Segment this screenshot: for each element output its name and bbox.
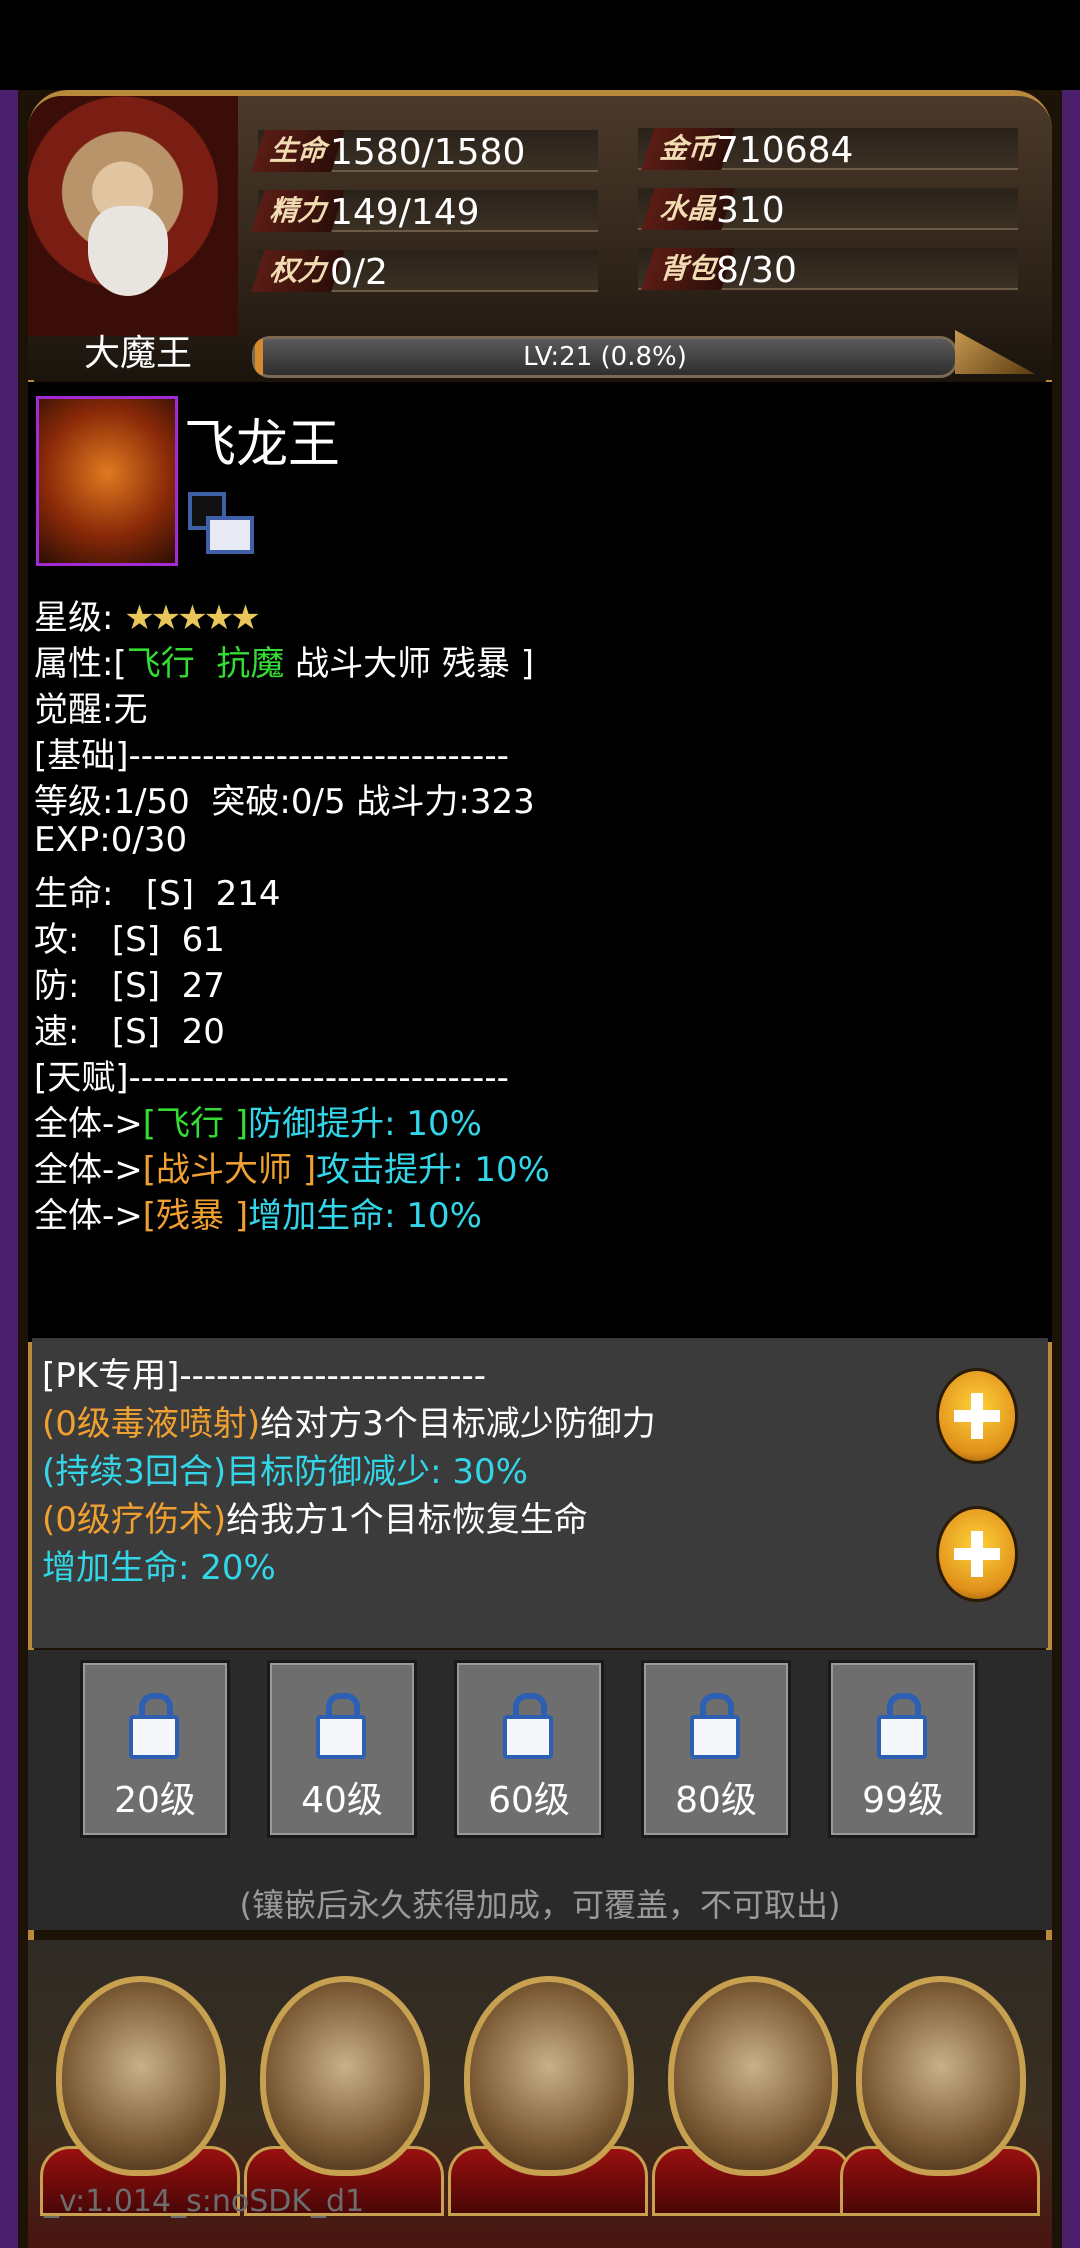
version-label: _v:1.014_s:noSDK_d1 (44, 2184, 365, 2219)
player-name: 大魔王 (83, 333, 192, 374)
skill2-name: (0级疗伤术) (42, 1500, 227, 1540)
slot-level-label: 20级 (114, 1780, 196, 1821)
hp-line: 生命: [S] 214 (34, 874, 281, 914)
talent-header: [天赋]------------------------------- (34, 1058, 509, 1098)
card-detail-panel: 飞龙王 星级: ★★★★★ 属性:[飞行 抗魔 战斗大师 残暴 ] 觉醒:无 [… (28, 382, 1052, 1342)
skill1-effect: (持续3回合)目标防御减少: 30% (42, 1452, 528, 1492)
gem-slot[interactable]: 20级 (80, 1660, 230, 1838)
slot-level-label: 99级 (862, 1780, 944, 1821)
crystal-value: 310 (716, 190, 785, 231)
talent-row: 全体->[残暴 ]增加生命: 10% (34, 1188, 482, 1237)
gem-slot[interactable]: 60级 (454, 1660, 604, 1838)
hero-icon[interactable] (464, 1976, 634, 2176)
slot-level-label: 60级 (488, 1780, 570, 1821)
level-progress-fill (255, 339, 263, 375)
energy-value: 149/149 (330, 192, 480, 233)
skill2-desc: 给我方1个目标恢复生命 (226, 1500, 588, 1540)
attribute-rest: 战斗大师 残暴 ] (284, 644, 535, 684)
exp-line: EXP:0/30 (34, 820, 188, 860)
hp-value: 1580/1580 (330, 132, 526, 173)
attack-line: 攻: [S] 61 (34, 920, 225, 960)
attribute-label: 属性:[ (34, 644, 127, 684)
skill2-upgrade-button[interactable] (936, 1506, 1018, 1602)
lock-icon (690, 1693, 740, 1759)
book-icon[interactable] (856, 1976, 1026, 2176)
bag-value[interactable]: 8/30 (716, 250, 797, 291)
talent-effect: 防御提升: 10% (248, 1104, 482, 1144)
skill1-line: (0级毒液喷射)给对方3个目标减少防御力 (42, 1396, 656, 1445)
talent-effect: 增加生命: 10% (248, 1196, 482, 1236)
awaken-line: 觉醒:无 (34, 690, 148, 730)
lock-toggle-icon[interactable] (188, 492, 254, 554)
skill1-upgrade-button[interactable] (936, 1368, 1018, 1464)
talent-effect: 攻击提升: 10% (316, 1150, 550, 1190)
gold-value: 710684 (716, 130, 854, 171)
power-value: 0/2 (330, 252, 388, 293)
slot-level-label: 40级 (301, 1780, 383, 1821)
armor-icon[interactable] (56, 1976, 226, 2176)
talent-prefix: 全体-> (34, 1196, 143, 1236)
lock-icon (503, 1693, 553, 1759)
slot-level-label: 80级 (675, 1780, 757, 1821)
talent-row: 全体->[战斗大师 ]攻击提升: 10% (34, 1142, 550, 1191)
attribute-row: 属性:[飞行 抗魔 战斗大师 残暴 ] (34, 636, 534, 685)
skill1-desc: 给对方3个目标减少防御力 (260, 1404, 656, 1444)
talent-prefix: 全体-> (34, 1104, 143, 1144)
lock-icon (316, 1693, 366, 1759)
level-line: 等级:1/50 突破:0/5 战斗力:323 (34, 782, 535, 822)
card-portrait (36, 396, 178, 566)
card-name: 飞龙王 (184, 415, 341, 475)
inlay-hint: (镶嵌后永久获得加成，可覆盖，不可取出) (239, 1886, 841, 1924)
talent-tag: [残暴 ] (142, 1196, 249, 1236)
talent-tag: [飞行 ] (142, 1104, 249, 1144)
talent-row: 全体->[飞行 ]防御提升: 10% (34, 1096, 482, 1145)
gem-slot[interactable]: 40级 (267, 1660, 417, 1838)
treasure-chest-icon[interactable] (668, 1976, 838, 2176)
basic-header: [基础]------------------------------- (34, 736, 509, 776)
attribute-green: 飞行 抗魔 (126, 644, 285, 684)
pk-skill-section: [PK专用]------------------------- (0级毒液喷射)… (32, 1338, 1048, 1648)
skill2-line: (0级疗伤术)给我方1个目标恢复生命 (42, 1492, 588, 1541)
skill1-name: (0级毒液喷射) (42, 1404, 261, 1444)
gem-slot[interactable]: 99级 (828, 1660, 978, 1838)
level-progress-bar: LV:21 (0.8%) (252, 336, 958, 378)
level-text: LV:21 (0.8%) (523, 342, 687, 372)
star-row: 星级: ★★★★★ (34, 590, 261, 639)
skill2-effect: 增加生命: 20% (42, 1548, 276, 1588)
helmet-icon[interactable] (260, 1976, 430, 2176)
star-rating-icon: ★★★★★ (124, 598, 260, 638)
pk-header: [PK专用]------------------------- (42, 1356, 487, 1396)
talent-prefix: 全体-> (34, 1150, 143, 1190)
player-avatar[interactable] (28, 96, 238, 336)
lock-icon (129, 1693, 179, 1759)
defense-line: 防: [S] 27 (34, 966, 225, 1006)
gem-slot-area: 20级 40级 60级 80级 99级 (镶嵌后永久获得加成，可覆盖，不可取出) (28, 1650, 1052, 1930)
lock-icon (877, 1693, 927, 1759)
talent-tag: [战斗大师 ] (142, 1150, 317, 1190)
gem-slot[interactable]: 80级 (641, 1660, 791, 1838)
speed-line: 速: [S] 20 (34, 1012, 225, 1052)
star-label: 星级: (34, 598, 114, 638)
